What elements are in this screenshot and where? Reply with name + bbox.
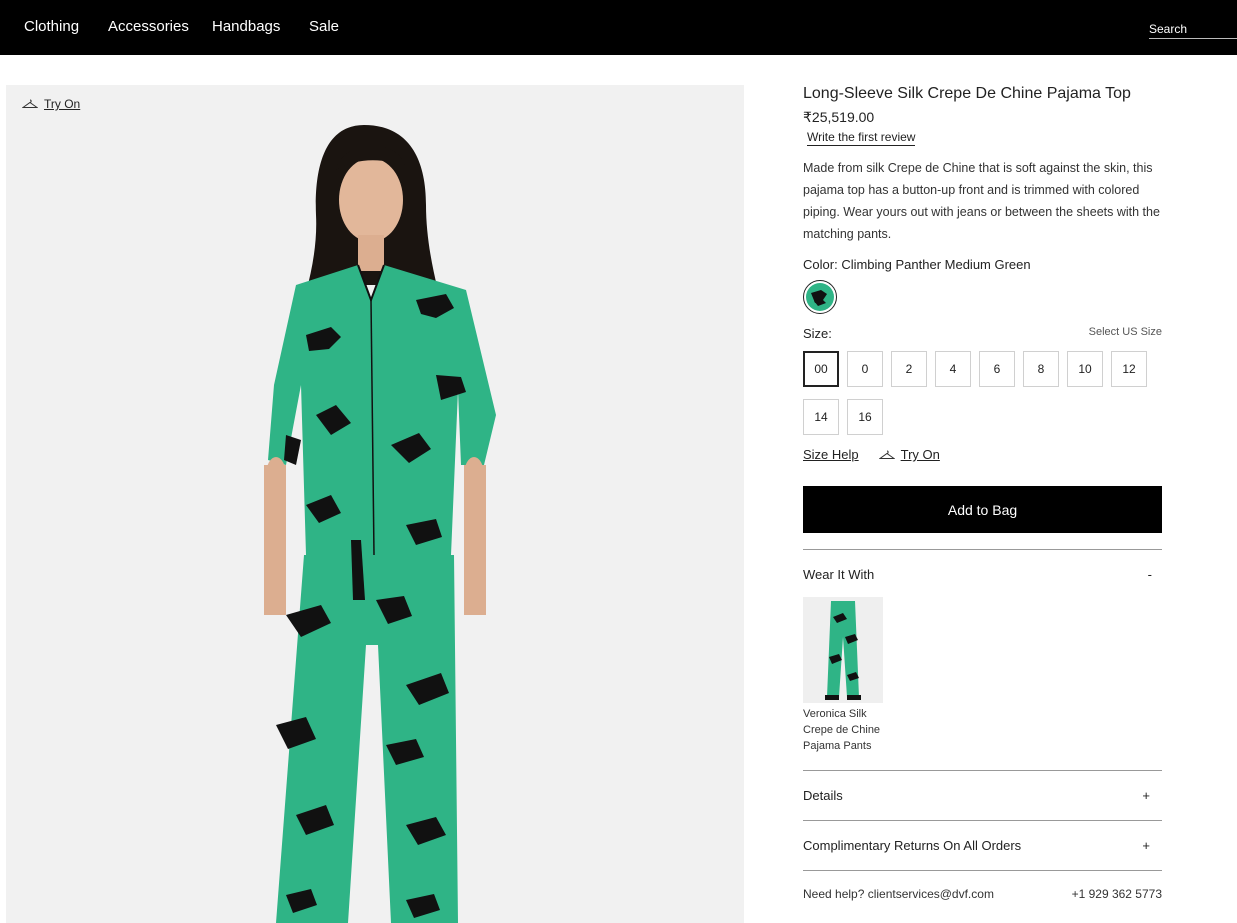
help-phone[interactable]: +1 929 362 5773	[1072, 887, 1162, 901]
nav-handbags[interactable]: Handbags	[212, 18, 280, 35]
swatch-pattern	[806, 283, 834, 311]
size-option-4[interactable]: 4	[935, 351, 971, 387]
pants-name: Veronica Silk Crepe de Chine Pajama Pant…	[803, 708, 881, 752]
size-option-10[interactable]: 10	[1067, 351, 1103, 387]
model-illustration	[264, 125, 496, 923]
color-value: Climbing Panther Medium Green	[841, 257, 1031, 272]
size-label: Size:	[803, 326, 832, 341]
size-header: Size: Select US Size	[803, 326, 1162, 341]
search-box	[1149, 20, 1237, 39]
returns-accordion[interactable]: Complimentary Returns On All Orders +	[803, 820, 1162, 870]
accordion-list: Details + Complimentary Returns On All O…	[803, 770, 1162, 901]
try-on-label: Try On	[900, 447, 940, 462]
size-system-select[interactable]: Select US Size	[1089, 326, 1162, 341]
size-grid: 00 0 2 4 6 8 10 12 14 16	[803, 351, 1162, 447]
returns-label: Complimentary Returns On All Orders	[803, 838, 1022, 853]
product-price: ₹25,519.00	[803, 109, 875, 125]
help-text[interactable]: Need help? clientservices@dvf.com	[803, 887, 994, 901]
product-image[interactable]: Try On	[6, 85, 744, 923]
size-help-link[interactable]: Size Help	[803, 447, 859, 462]
size-option-6[interactable]: 6	[979, 351, 1015, 387]
product-description: Made from silk Crepe de Chine that is so…	[803, 161, 1160, 241]
write-review-link[interactable]: Write the first review	[807, 130, 916, 146]
pants-thumbnail	[803, 597, 883, 703]
details-label: Details	[803, 788, 843, 803]
product-info: Long-Sleeve Silk Crepe De Chine Pajama T…	[803, 85, 1162, 901]
color-label: Color:	[803, 257, 838, 272]
details-accordion[interactable]: Details +	[803, 770, 1162, 820]
size-option-00[interactable]: 00	[803, 351, 839, 387]
wear-it-with-item[interactable]: Veronica Silk Crepe de Chine Pajama Pant…	[803, 597, 885, 754]
collapse-icon: -	[1147, 567, 1152, 582]
top-navigation: Clothing Accessories Handbags Sale	[0, 0, 1237, 55]
size-option-8[interactable]: 8	[1023, 351, 1059, 387]
hanger-icon	[878, 450, 895, 460]
size-option-0[interactable]: 0	[847, 351, 883, 387]
wear-it-with-label: Wear It With	[803, 567, 875, 582]
color-row: Color: Climbing Panther Medium Green	[803, 257, 1162, 272]
help-row: Need help? clientservices@dvf.com +1 929…	[803, 870, 1162, 901]
size-option-12[interactable]: 12	[1111, 351, 1147, 387]
try-on-link[interactable]: Try On	[878, 447, 940, 462]
size-links: Size Help Try On	[803, 447, 1162, 462]
expand-icon: +	[1142, 838, 1150, 853]
nav-sale[interactable]: Sale	[309, 18, 339, 35]
product-title: Long-Sleeve Silk Crepe De Chine Pajama T…	[803, 85, 1131, 102]
add-to-bag-button[interactable]: Add to Bag	[803, 486, 1162, 533]
wear-it-with-header[interactable]: Wear It With -	[803, 549, 1162, 582]
nav-clothing[interactable]: Clothing	[24, 18, 79, 35]
color-swatch[interactable]	[803, 280, 837, 314]
nav-accessories[interactable]: Accessories	[108, 18, 189, 35]
size-option-14[interactable]: 14	[803, 399, 839, 435]
search-input[interactable]	[1149, 21, 1237, 37]
expand-icon: +	[1142, 788, 1150, 803]
size-option-2[interactable]: 2	[891, 351, 927, 387]
size-option-16[interactable]: 16	[847, 399, 883, 435]
